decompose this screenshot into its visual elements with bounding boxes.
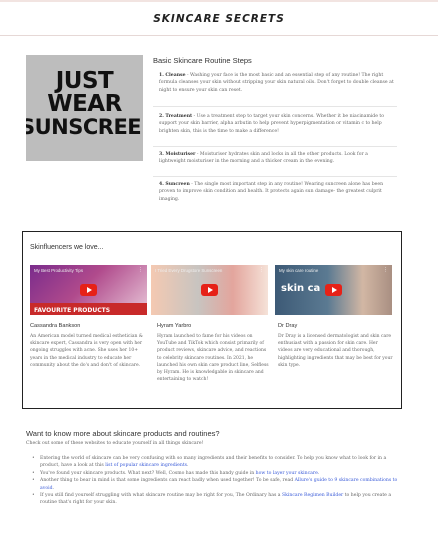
more-options-icon[interactable]: ⋮ [138, 267, 143, 273]
resources-intro: Check out some of these websites to educ… [26, 441, 204, 446]
video-embed-cassandra[interactable]: My Best Productivity Tips ⋮ FAVOURITE PR… [30, 265, 147, 315]
video-title: My skin care routine [279, 268, 319, 273]
step-heading: 4. Suncreen [159, 182, 190, 187]
step-text: - Use a treatment step to target your sk… [159, 114, 385, 134]
resources-list: Entering the world of skincare can be ve… [32, 455, 402, 507]
hero-line-2: WEAR [47, 91, 122, 117]
step-heading: 2. Treatment [159, 114, 193, 119]
influencer-description: Hyram launched to fame for his videos on… [157, 334, 269, 383]
video-thumbnail-label: skin ca [281, 283, 321, 294]
influencer-name: Dr Dray [278, 323, 298, 329]
step-divider [153, 106, 397, 107]
list-item: Entering the world of skincare can be ve… [32, 455, 402, 469]
layering-guide-link[interactable]: how to layer your skincare [256, 471, 318, 476]
step-text: - The single most important step in any … [159, 182, 384, 202]
more-options-icon[interactable]: ⋮ [259, 267, 264, 273]
video-embed-dr-dray[interactable]: My skin care routine ⋮ skin ca [275, 265, 392, 315]
sunscreen-hero-image: JUST WEAR SUNSCREEN [26, 55, 143, 161]
steps-title: Basic Skincare Routine Steps [153, 56, 252, 65]
video-title: I Tried Every Drugstore Sunscreen [155, 268, 223, 273]
list-item: You've found your skincare products. Wha… [32, 470, 402, 477]
influencer-description: An American model turned medical estheti… [30, 334, 143, 368]
list-item: Another thing to bear in mind is that so… [32, 477, 402, 491]
more-options-icon[interactable]: ⋮ [383, 267, 388, 273]
step-heading: 1. Cleanse [159, 73, 186, 78]
step-divider [153, 176, 397, 177]
step-cleanse: 1. Cleanse - Washing your face is the mo… [159, 72, 395, 94]
hero-line-3: SUNSCREEN [26, 115, 143, 139]
play-icon[interactable] [325, 284, 342, 296]
regimen-builder-link[interactable]: Skincare Regimen Builder [282, 493, 343, 498]
site-header: SKINCARE SECRETS [0, 0, 438, 36]
site-title[interactable]: SKINCARE SECRETS [0, 13, 438, 25]
video-thumbnail-band: FAVOURITE PRODUCTS [30, 303, 147, 315]
step-text: - Washing your face is the most basic an… [159, 73, 394, 93]
list-item: If you still find yourself struggling wi… [32, 492, 402, 506]
step-moisturiser: 3. Moisturiser - Moisturiser hydrates sk… [159, 151, 395, 166]
skinfluencers-heading: Skinfluencers we love... [30, 244, 104, 251]
influencer-name: Cassandra Bankson [30, 323, 81, 329]
influencer-name: Hyram Yarbro [157, 323, 192, 329]
influencer-description: Dr Dray is a licensed dermatologist and … [278, 334, 393, 368]
step-treatment: 2. Treatment - Use a treatment step to t… [159, 113, 395, 135]
step-sunscreen: 4. Suncreen - The single most important … [159, 181, 395, 203]
step-heading: 3. Moisturiser [159, 152, 196, 157]
video-embed-hyram[interactable]: I Tried Every Drugstore Sunscreen ⋮ [151, 265, 268, 315]
resources-title: Want to know more about skincare product… [26, 429, 220, 438]
play-icon[interactable] [201, 284, 218, 296]
play-icon[interactable] [80, 284, 97, 296]
step-divider [153, 146, 397, 147]
video-title: My Best Productivity Tips [34, 268, 84, 273]
ingredients-link[interactable]: list of popular skincare ingredients [105, 463, 187, 468]
header-accent-strip [0, 0, 438, 2]
